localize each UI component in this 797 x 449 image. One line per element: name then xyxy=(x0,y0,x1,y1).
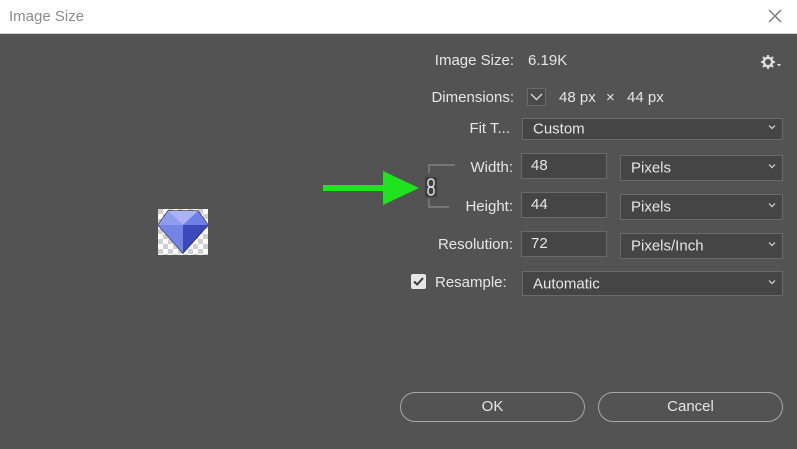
arrow-right-icon xyxy=(323,171,419,205)
image-size-label: Image Size: xyxy=(434,52,514,69)
gear-icon xyxy=(761,55,781,69)
cancel-button[interactable]: Cancel xyxy=(598,392,783,422)
dimensions-label: Dimensions: xyxy=(431,89,514,106)
chevron-down-icon xyxy=(768,201,776,209)
dimensions-separator: × xyxy=(606,89,615,106)
chevron-down-icon xyxy=(768,278,776,286)
resample-select[interactable]: Automatic xyxy=(522,271,783,296)
height-unit-select[interactable]: Pixels xyxy=(620,194,783,220)
fit-to-select[interactable]: Custom xyxy=(522,118,783,140)
dimensions-height: 44 px xyxy=(627,89,664,106)
chevron-down-icon xyxy=(768,123,776,131)
fit-to-value: Custom xyxy=(533,120,585,138)
title-bar: Image Size xyxy=(0,0,797,34)
checkmark-icon xyxy=(413,277,424,286)
chevron-down-icon xyxy=(768,162,776,170)
close-button[interactable] xyxy=(764,5,786,27)
width-input[interactable]: 48 xyxy=(521,153,607,179)
image-preview xyxy=(157,209,209,255)
dimensions-width: 48 px xyxy=(559,89,596,106)
resample-label: Resample: xyxy=(435,274,507,291)
annotation-arrow xyxy=(323,171,419,205)
resolution-input[interactable]: 72 xyxy=(521,231,607,257)
image-size-value: 6.19K xyxy=(528,52,568,69)
height-label: Height: xyxy=(465,198,513,215)
dimensions-unit-toggle[interactable] xyxy=(527,88,546,106)
height-unit-value: Pixels xyxy=(631,198,672,216)
fit-to-label: Fit T... xyxy=(469,120,510,137)
chevron-down-icon xyxy=(530,93,543,101)
resolution-label: Resolution: xyxy=(437,236,513,253)
resolution-unit-value: Pixels/Inch xyxy=(631,237,704,255)
ok-button[interactable]: OK xyxy=(400,392,585,422)
width-label: Width: xyxy=(470,159,513,176)
resolution-unit-select[interactable]: Pixels/Inch xyxy=(620,233,783,259)
height-input[interactable]: 44 xyxy=(521,192,607,218)
window-title: Image Size xyxy=(9,8,85,25)
width-unit-value: Pixels xyxy=(631,159,672,177)
resample-checkbox[interactable] xyxy=(411,274,426,289)
chevron-down-icon xyxy=(768,240,776,248)
close-icon xyxy=(768,9,782,23)
settings-button[interactable] xyxy=(760,54,782,70)
chain-link-icon xyxy=(425,177,437,197)
resample-value: Automatic xyxy=(533,275,600,292)
width-unit-select[interactable]: Pixels xyxy=(620,155,783,181)
